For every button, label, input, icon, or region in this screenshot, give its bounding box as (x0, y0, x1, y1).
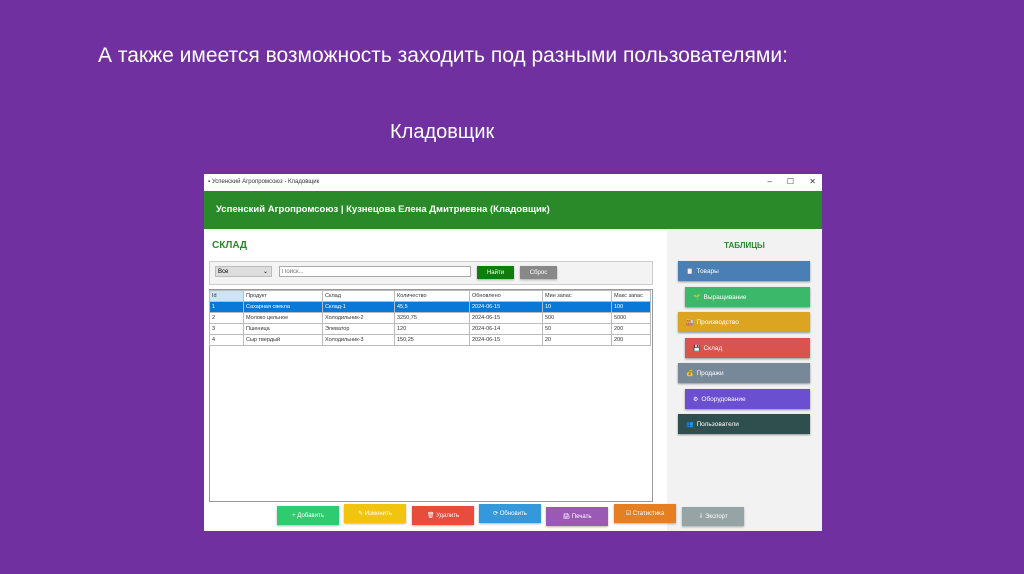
cell: 120 (394, 323, 470, 335)
cell: 2024-06-15 (469, 334, 543, 346)
sidebar-item-label: Выращивание (703, 293, 747, 301)
chevron-down-icon: ⌄ (262, 269, 268, 275)
column-header[interactable]: Склад (322, 290, 395, 302)
close-button[interactable]: ✕ (809, 174, 816, 190)
main-panel: СКЛАД Все ⌄ Найти Сброс Id Продукт Склад … (204, 230, 665, 531)
category-select-value: Все (218, 269, 229, 275)
table-icon: 👥 (686, 421, 694, 428)
action-button-5[interactable]: ☑ Статистика (614, 504, 676, 523)
sidebar-item-label: Оборудование (701, 395, 746, 403)
action-button-3[interactable]: ⟳ Обновить (479, 504, 541, 523)
sidebar-item-label: Товары (696, 267, 719, 275)
cell: 2024-06-15 (469, 312, 543, 324)
table-icon: 💾 (693, 345, 701, 352)
cell: 4 (209, 334, 244, 346)
search-input[interactable] (279, 266, 471, 277)
category-select[interactable]: Все ⌄ (215, 266, 272, 277)
table-icon: 💰 (686, 370, 694, 377)
column-header[interactable]: Мин запас (542, 290, 612, 302)
cell: 10 (542, 301, 612, 313)
cell: 2 (209, 312, 244, 324)
cell: Склад-1 (322, 301, 395, 313)
sidebar-item-6[interactable]: 👥 Пользователи (678, 414, 810, 434)
header-banner: Успенский Агропромсоюз | Кузнецова Елена… (204, 191, 822, 229)
sidebar: ТАБЛИЦЫ 📋 Товары 🌱 Выращивание 🏭 Производство… (667, 230, 822, 531)
sidebar-item-2[interactable]: 🏭 Производство (678, 312, 810, 332)
cell: 500 (542, 312, 612, 324)
cell: Сахарная свекла (243, 301, 323, 313)
column-header[interactable]: Обновлено (469, 290, 543, 302)
action-button-6[interactable]: ⇩ Экспорт (682, 507, 744, 526)
cell: Холодильник-3 (322, 334, 395, 346)
sidebar-item-1[interactable]: 🌱 Выращивание (685, 287, 810, 307)
title-bar: ▪ Успенский Агропромсоюз - Кладовщик – ☐… (204, 174, 822, 190)
action-button-2[interactable]: 🗑 Удалить (412, 506, 474, 525)
cell: Сыр твердый (243, 334, 323, 346)
column-header[interactable]: Id (209, 290, 244, 302)
cell: 3 (209, 323, 244, 335)
cell: Пшеница (243, 323, 323, 335)
cell: Холодильник-2 (322, 312, 395, 324)
cell: 20 (542, 334, 612, 346)
minimize-button[interactable]: – (768, 174, 772, 190)
slide-title: А также имеется возможность заходить под… (98, 44, 788, 67)
table-row[interactable]: 3 Пшеница Элеватор 120 2024-06-14 50 200 (209, 323, 651, 335)
find-button[interactable]: Найти (477, 266, 514, 279)
sidebar-title: ТАБЛИЦЫ (724, 241, 765, 250)
table-row[interactable]: 2 Молоко цельное Холодильник-2 3250,75 2024-… (209, 312, 651, 324)
cell: 200 (611, 323, 651, 335)
header-text: Успенский Агропромсоюз | Кузнецова Елена… (216, 204, 550, 215)
action-button-4[interactable]: 🖨 Печать (546, 507, 608, 526)
sidebar-item-label: Производство (696, 318, 739, 326)
section-title: СКЛАД (212, 240, 248, 251)
sidebar-item-label: Склад (703, 344, 723, 352)
table-row[interactable]: 1 Сахарная свекла Склад-1 45,5 2024-06-15 10 1… (209, 301, 651, 313)
action-button-0[interactable]: + Добавить (277, 506, 339, 525)
sidebar-item-5[interactable]: ⚙ Оборудование (685, 389, 810, 409)
table-header-row: Id Продукт Склад Количество Обновлено Ми… (209, 290, 651, 302)
action-button-1[interactable]: ✎ Изменить (344, 504, 406, 523)
cell: 150,25 (394, 334, 470, 346)
sidebar-item-0[interactable]: 📋 Товары (678, 261, 810, 281)
app-icon: ▪ (208, 179, 211, 185)
sidebar-item-label: Пользователи (696, 420, 739, 428)
cell: 1 (209, 301, 244, 313)
table-icon: 📋 (686, 268, 694, 275)
cell: 100 (611, 301, 651, 313)
column-header[interactable]: Продукт (243, 290, 323, 302)
reset-button[interactable]: Сброс (520, 266, 557, 279)
cell: 5000 (611, 312, 651, 324)
cell: 3250,75 (394, 312, 470, 324)
window-title: Успенский Агропромсоюз - Кладовщик (211, 179, 320, 185)
filter-bar: Все ⌄ Найти Сброс (209, 261, 653, 285)
sidebar-item-4[interactable]: 💰 Продажи (678, 363, 810, 383)
table-icon: 🌱 (693, 294, 701, 301)
cell: 2024-06-14 (469, 323, 543, 335)
cell: 200 (611, 334, 651, 346)
sidebar-item-3[interactable]: 💾 Склад (685, 338, 810, 358)
cell: Элеватор (322, 323, 395, 335)
cell: 45,5 (394, 301, 470, 313)
cell: 50 (542, 323, 612, 335)
app-window: ▪ Успенский Агропромсоюз - Кладовщик – ☐… (204, 174, 822, 531)
table-icon: 🏭 (686, 319, 694, 326)
slide-subtitle: Кладовщик (390, 121, 495, 143)
table-row[interactable]: 4 Сыр твердый Холодильник-3 150,25 2024-06-1… (209, 334, 651, 346)
maximize-button[interactable]: ☐ (787, 174, 794, 190)
column-header[interactable]: Макс запас (611, 290, 651, 302)
column-header[interactable]: Количество (394, 290, 470, 302)
table-icon: ⚙ (693, 396, 699, 403)
cell: Молоко цельное (243, 312, 323, 324)
sidebar-item-label: Продажи (696, 369, 724, 377)
stock-table: Id Продукт Склад Количество Обновлено Ми… (209, 290, 651, 346)
cell: 2024-06-15 (469, 301, 543, 313)
